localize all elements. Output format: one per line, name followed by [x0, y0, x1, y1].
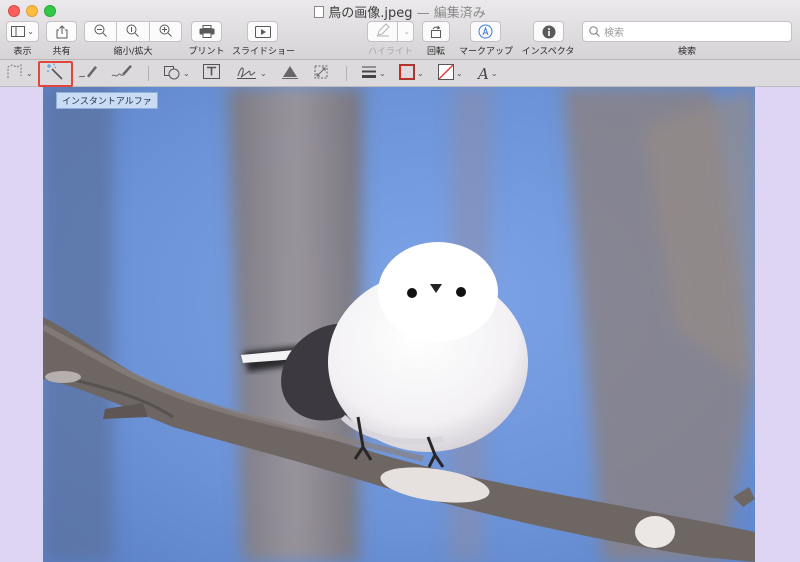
search-field[interactable]: 検索	[582, 21, 792, 42]
window-title-text: 鳥の画像.jpeg	[328, 6, 413, 21]
info-icon	[542, 25, 556, 39]
border-color-tool[interactable]: ⌄	[399, 63, 424, 84]
preview-window: 鳥の画像.jpeg — 編集済み ⌄ 表示 共有 縮小/拡大 プリント スライド	[0, 0, 800, 562]
print-label: プリント	[188, 47, 225, 57]
share-button[interactable]	[46, 21, 77, 42]
toolbar-divider	[346, 66, 347, 81]
chevron-down-icon: ⌄	[379, 69, 386, 78]
zoom-actual-icon	[126, 22, 140, 41]
text-style-icon: A	[478, 64, 489, 83]
zoom-label: 縮小/拡大	[113, 47, 153, 57]
zoom-in-button[interactable]	[150, 22, 181, 41]
adjust-size-tool[interactable]	[313, 64, 329, 83]
chevron-down-icon: ⌄	[26, 69, 33, 78]
sidebar-icon	[11, 26, 26, 37]
search-placeholder: 検索	[604, 28, 624, 39]
zoom-out-icon	[94, 22, 108, 41]
rotate-button[interactable]	[422, 21, 450, 42]
view-button[interactable]: ⌄	[6, 21, 39, 42]
markup-label: マークアップ	[458, 47, 513, 57]
zoom-in-icon	[159, 22, 172, 41]
title-bar: 鳥の画像.jpeg — 編集済み ⌄ 表示 共有 縮小/拡大 プリント スライド	[0, 0, 800, 60]
border-color-icon	[399, 63, 416, 84]
chevron-down-icon: ⌄	[27, 27, 34, 36]
selection-tool[interactable]: ⌄	[6, 63, 33, 84]
adjust-size-icon	[313, 64, 329, 84]
chevron-down-icon: ⌄	[183, 69, 190, 78]
markup-button[interactable]	[470, 21, 501, 42]
print-icon	[199, 25, 215, 38]
search-icon	[589, 26, 600, 37]
inspector-button[interactable]	[533, 21, 564, 42]
sign-icon	[236, 64, 258, 84]
edited-indicator: — 編集済み	[416, 6, 486, 21]
document-icon	[314, 6, 325, 18]
draw-tool[interactable]	[111, 64, 133, 83]
text-style-tool[interactable]: A ⌄	[478, 64, 498, 83]
zoom-out-button[interactable]	[85, 22, 118, 41]
chevron-down-icon: ⌄	[403, 27, 411, 36]
view-label: 表示	[13, 47, 32, 57]
text-icon	[203, 64, 220, 83]
share-icon	[56, 24, 68, 39]
instant-alpha-tooltip: インスタントアルファ	[56, 92, 158, 109]
print-button[interactable]	[191, 21, 222, 42]
slideshow-button[interactable]	[247, 21, 278, 42]
slideshow-label: スライドショー	[232, 47, 296, 57]
rotate-label: 回転	[426, 47, 445, 57]
draw-icon	[111, 64, 133, 84]
highlight-control: ⌄	[367, 21, 414, 42]
shape-style-icon	[361, 64, 377, 83]
share-label: 共有	[52, 47, 71, 57]
pen-icon	[376, 22, 390, 41]
toolbar-divider	[148, 66, 149, 81]
shape-style-tool[interactable]: ⌄	[361, 64, 386, 83]
adjust-color-tool[interactable]	[281, 64, 299, 83]
slideshow-icon	[254, 25, 271, 38]
sign-tool[interactable]: ⌄	[236, 64, 267, 83]
chevron-down-icon: ⌄	[490, 69, 498, 78]
shapes-tool[interactable]: ⌄	[163, 64, 190, 83]
markup-icon	[478, 24, 493, 39]
markup-toolbar: ⌄ ⌄ ⌄ ⌄ ⌄ ⌄ A ⌄	[0, 60, 800, 87]
sketch-icon	[78, 64, 98, 84]
instant-alpha-highlight	[38, 61, 73, 87]
fill-color-icon	[438, 63, 454, 84]
chevron-down-icon: ⌄	[417, 69, 424, 78]
highlight-label: ハイライト	[368, 47, 413, 57]
inspector-label: インスペクタ	[521, 47, 575, 57]
zoom-segmented-control	[84, 21, 182, 42]
chevron-down-icon: ⌄	[456, 69, 463, 78]
search-label: 検索	[677, 47, 696, 57]
highlight-button[interactable]	[368, 22, 399, 41]
selection-icon	[6, 63, 24, 84]
shapes-icon	[163, 64, 181, 84]
rotate-icon	[429, 25, 443, 39]
text-tool[interactable]	[203, 64, 220, 83]
fill-color-tool[interactable]: ⌄	[438, 63, 463, 84]
highlight-menu-button[interactable]: ⌄	[398, 22, 413, 41]
sketch-tool[interactable]	[78, 64, 98, 83]
window-title: 鳥の画像.jpeg — 編集済み	[0, 2, 800, 21]
chevron-down-icon: ⌄	[260, 69, 267, 78]
actual-size-button[interactable]	[117, 22, 150, 41]
adjust-color-icon	[281, 64, 299, 84]
bird-photo	[43, 87, 755, 562]
